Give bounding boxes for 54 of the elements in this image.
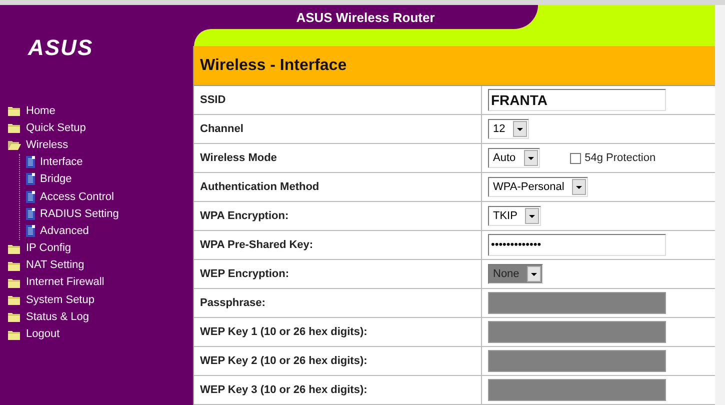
dropdown[interactable]: WPA-Personal: [488, 177, 588, 197]
field-label: WEP Key 3 (10 or 26 hex digits):: [194, 376, 482, 404]
folder-icon: [8, 122, 21, 134]
sidebar-subitem[interactable]: Bridge: [26, 170, 72, 188]
sidebar-item[interactable]: Quick Setup: [8, 119, 86, 136]
sidebar-item[interactable]: IP Config: [8, 240, 72, 257]
sidebar-subitem[interactable]: Access Control: [26, 188, 114, 206]
sidebar-item[interactable]: Wireless: [8, 136, 68, 154]
caret-icon: [526, 154, 535, 162]
document-icon: [26, 156, 35, 168]
field-label: SSID: [194, 86, 482, 114]
password-field[interactable]: •••••••••••••: [488, 234, 666, 256]
field-label: Wireless Mode: [194, 144, 482, 172]
checkbox-label: 54g Protection: [584, 152, 656, 164]
checkbox[interactable]: [570, 152, 581, 164]
dropdown[interactable]: Auto: [488, 148, 540, 168]
page-title: ASUS Wireless Router: [296, 10, 435, 24]
input-field[interactable]: FRANTA: [488, 89, 666, 111]
field-label: Authentication Method: [194, 173, 482, 201]
caret-icon: [516, 125, 524, 133]
caret-icon: [530, 270, 538, 278]
document-icon: [26, 224, 35, 237]
folder-icon: [8, 311, 21, 322]
field-label: WPA Encryption:: [194, 202, 482, 230]
sidebar-item[interactable]: Home: [8, 102, 56, 120]
section-title: Wireless - Interface: [194, 46, 715, 86]
dropdown[interactable]: 12: [488, 119, 530, 139]
document-icon: [26, 190, 35, 203]
sidebar-item[interactable]: Status & Log: [8, 308, 89, 326]
document-icon: [26, 173, 35, 186]
caret-icon: [528, 212, 536, 220]
folder-icon: [8, 105, 21, 116]
folder-icon: [8, 276, 21, 288]
field-label: Channel: [194, 115, 482, 143]
dropdown[interactable]: TKIP: [488, 206, 542, 226]
folder-icon: [8, 328, 21, 340]
folder-icon: [8, 242, 21, 254]
folder-icon: [8, 260, 21, 271]
sidebar-item[interactable]: NAT Setting: [8, 256, 84, 274]
sidebar-subitem[interactable]: Advanced: [26, 222, 89, 240]
sidebar-subitem[interactable]: Interface: [26, 154, 83, 171]
folder-icon: [8, 294, 21, 306]
field-label: Passphrase:: [194, 289, 482, 317]
sidebar-subitem[interactable]: RADIUS Setting: [26, 205, 119, 222]
sidebar-item[interactable]: System Setup: [8, 291, 94, 308]
field-label: WEP Encryption:: [194, 260, 482, 288]
caret-icon: [575, 183, 584, 191]
logo: ASUS: [28, 34, 94, 62]
sidebar-item[interactable]: Internet Firewall: [8, 274, 104, 292]
document-icon: [26, 208, 35, 220]
field-label: WEP Key 1 (10 or 26 hex digits):: [194, 318, 482, 346]
field-label: WPA Pre-Shared Key:: [194, 231, 482, 259]
field-label: WEP Key 2 (10 or 26 hex digits):: [194, 347, 482, 375]
sidebar-item[interactable]: Logout: [8, 325, 60, 343]
